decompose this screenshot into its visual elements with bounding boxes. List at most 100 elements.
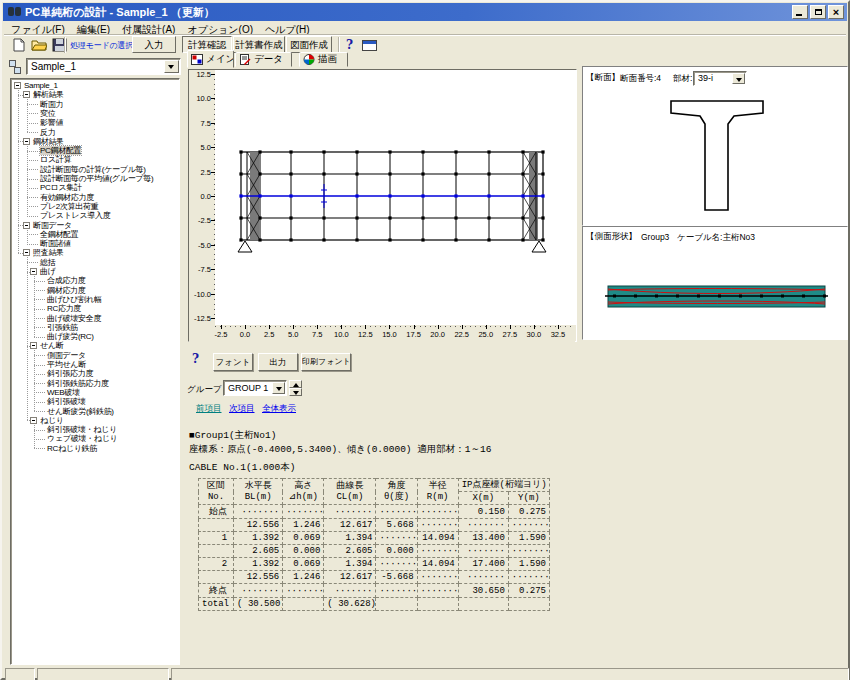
tree-item-label[interactable]: 合成応力度: [47, 276, 86, 285]
table-cell: 0.275: [508, 505, 549, 519]
tree-item-label[interactable]: 全鋼材配置: [40, 230, 79, 239]
tree-item-label[interactable]: 斜引張破壊・ねじり: [47, 425, 117, 434]
nav-link-2[interactable]: 次項目: [229, 403, 255, 415]
tree-item-label[interactable]: 照査結果: [33, 248, 64, 257]
tree-item-label[interactable]: 引張鉄筋: [47, 323, 78, 332]
tree-item-label[interactable]: プレストレス導入度: [40, 211, 110, 220]
tree-item-label[interactable]: RCねじり鉄筋: [47, 444, 97, 453]
tab-2[interactable]: データ: [235, 52, 292, 67]
x-axis-tick: [365, 325, 366, 329]
help-icon[interactable]: ?: [346, 38, 353, 52]
tree-item-label[interactable]: 曲げ破壊安全度: [47, 314, 101, 323]
nav-link-3[interactable]: 全体表示: [262, 403, 296, 415]
tree-item-label[interactable]: 平均せん断: [47, 360, 86, 369]
open-folder-icon[interactable]: [31, 38, 47, 52]
tree-item-label[interactable]: ねじり: [40, 416, 64, 425]
tab-1[interactable]: メイン: [187, 50, 234, 68]
tree-item-label[interactable]: せん断: [40, 341, 63, 350]
table-row: 終点···································30.…: [199, 584, 550, 598]
group-spinner[interactable]: [289, 380, 302, 396]
tree-connector: [34, 299, 46, 300]
x-axis-tick: [558, 325, 559, 329]
tree-item-label[interactable]: WEB破壊: [47, 388, 80, 397]
tree-item-label[interactable]: RC応力度: [47, 304, 81, 313]
member-combobox-dropdown-icon[interactable]: [732, 73, 745, 84]
table-cell: 12.556: [234, 519, 283, 532]
tree-item-label[interactable]: 斜引張鉄筋応力度: [47, 379, 109, 388]
tree-expand-icon[interactable]: [23, 222, 30, 229]
tree-expand-icon[interactable]: [30, 417, 37, 424]
table-cell: 終点: [199, 584, 234, 598]
window-tool-icon[interactable]: [362, 40, 377, 51]
tree-item-label[interactable]: 側面データ: [47, 351, 86, 360]
table-cell: 12.617: [324, 571, 376, 584]
tool-button-2[interactable]: 出力: [258, 353, 298, 371]
tree-expand-icon[interactable]: [30, 268, 37, 275]
restore-icon: [815, 9, 822, 15]
tree-item-label[interactable]: 斜引張破壊: [47, 397, 86, 406]
tree-expand-icon[interactable]: [23, 249, 30, 256]
table-cell: 0.069: [283, 532, 324, 545]
tree-item-label[interactable]: せん断疲労(斜鉄筋): [47, 407, 114, 416]
tree-item-label[interactable]: 反力: [40, 128, 55, 137]
tree-item-label[interactable]: Sample_1: [24, 81, 58, 90]
close-button[interactable]: [828, 5, 844, 19]
tree-item-label[interactable]: 設計断面毎の平均値(グループ毎): [40, 174, 153, 183]
tree-connector: [34, 383, 46, 384]
tree-item-label[interactable]: 断面データ: [33, 221, 72, 230]
minimize-button[interactable]: [792, 5, 808, 19]
spinner-down-icon[interactable]: [289, 388, 302, 396]
restore-button[interactable]: [810, 5, 826, 19]
member-label: 部材:: [673, 73, 692, 85]
table-cell: 1.590: [508, 532, 549, 545]
tree-expand-icon[interactable]: [30, 342, 37, 349]
tree-item-label[interactable]: 影響値: [40, 118, 63, 127]
tree-item-label[interactable]: 断面諸値: [40, 239, 71, 248]
tree-item-label[interactable]: 曲げ: [40, 267, 56, 276]
tree-item-label[interactable]: PC鋼材配置: [40, 146, 81, 155]
toolbar-button-3[interactable]: 計算書作成: [233, 36, 285, 53]
tree-item-label[interactable]: 変位: [40, 109, 55, 118]
app-icon: [8, 6, 22, 18]
tree-item-label[interactable]: ウェブ破壊・ねじり: [47, 434, 117, 443]
tool-button-3[interactable]: 印刷フォント: [301, 353, 351, 371]
tab-3[interactable]: 描画: [299, 52, 348, 67]
spinner-up-icon[interactable]: [289, 380, 302, 388]
nav-link-1[interactable]: 前項目: [196, 403, 222, 415]
tree-item-label[interactable]: 解析結果: [33, 90, 64, 99]
toolbar-button-1[interactable]: 入力: [132, 36, 176, 53]
table-cell: ·······: [417, 584, 458, 598]
tree-item-label[interactable]: 曲げ疲労(RC): [47, 332, 94, 341]
tree-connector: [34, 374, 46, 375]
tree-connector: [27, 113, 39, 114]
tree-expand-icon[interactable]: [14, 82, 21, 89]
girder-elevation-chart[interactable]: 12.510.07.55.02.50.0-2.5-5.0-7.5-10.0-12…: [188, 69, 577, 342]
toolbar-button-4[interactable]: 図面作成: [286, 36, 332, 53]
tree-item-label[interactable]: 鋼材結果: [33, 137, 64, 146]
group-combobox-dropdown-icon[interactable]: [272, 382, 285, 394]
tree-expand-icon[interactable]: [23, 91, 30, 98]
mode-select-label[interactable]: 処理モードの選択: [70, 40, 133, 51]
new-file-icon[interactable]: [11, 38, 27, 52]
tree-connector: [27, 151, 39, 152]
tree-item-label[interactable]: 曲げひび割れ幅: [47, 295, 102, 304]
table-cell: 2.605: [324, 545, 376, 558]
tool-button-1[interactable]: フォント: [213, 353, 253, 371]
help-icon-2[interactable]: ?: [192, 352, 199, 366]
tree-item-label[interactable]: ロス計算: [40, 155, 71, 164]
group-combobox[interactable]: GROUP 1: [223, 380, 287, 396]
project-combobox-dropdown-icon[interactable]: [164, 60, 179, 73]
project-combobox[interactable]: Sample_1: [26, 58, 181, 75]
table-cell: [376, 598, 417, 611]
tree-item-label[interactable]: PCロス集計: [40, 183, 82, 192]
tree-item-label[interactable]: 有効鋼材応力度: [40, 193, 94, 202]
tree-item-label[interactable]: 設計断面毎の計算(ケーブル毎): [40, 165, 146, 174]
tree-item-label[interactable]: 鋼材応力度: [47, 286, 86, 295]
tree-connector: [27, 146, 28, 216]
tree-item-label[interactable]: 斜引張応力度: [47, 369, 93, 378]
tree-item-label[interactable]: プレ2次算出荷重: [40, 202, 98, 211]
tree-item-label[interactable]: 総括: [40, 258, 55, 267]
tree-item-label[interactable]: 断面力: [40, 100, 63, 109]
tree-expand-icon[interactable]: [23, 138, 30, 145]
member-combobox[interactable]: 39-i: [693, 71, 747, 86]
